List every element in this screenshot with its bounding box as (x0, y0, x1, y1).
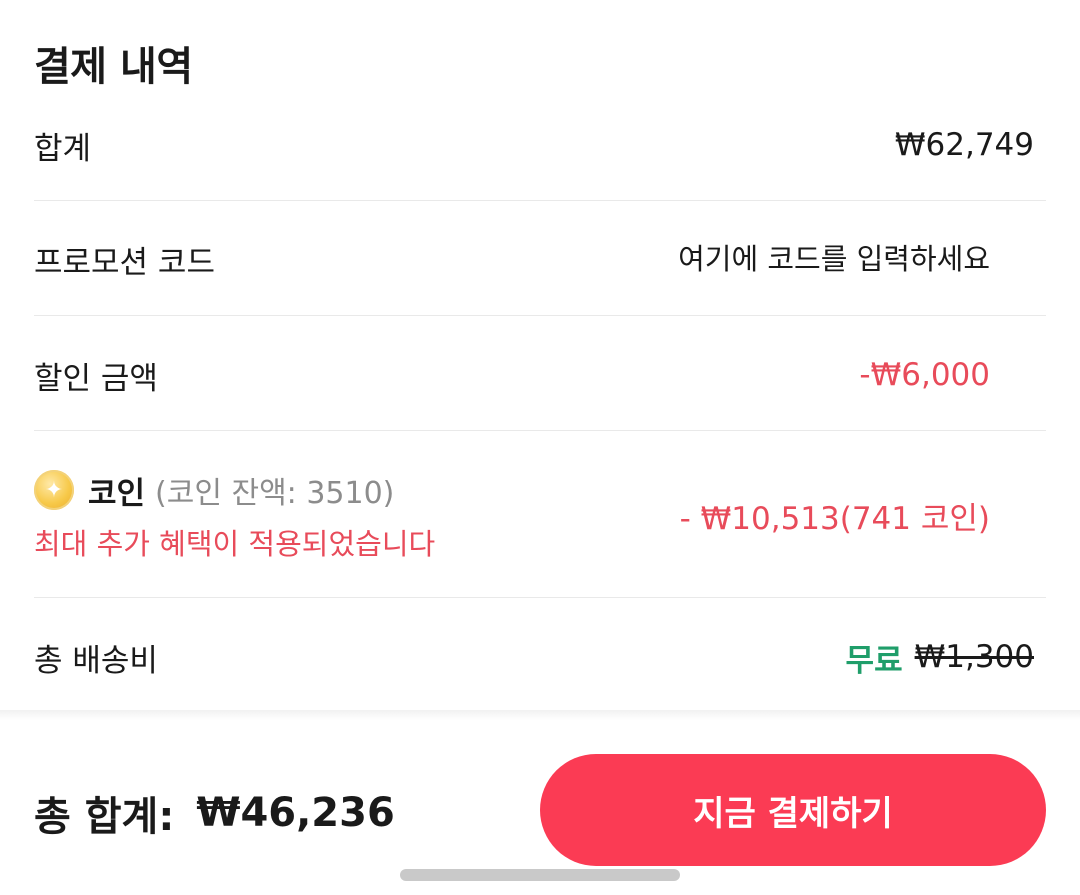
discount-label: 할인 금액 (34, 360, 158, 397)
original-shipping-price: ₩1,300 (914, 639, 1034, 675)
grand-total-label: 총 합계: (34, 794, 175, 840)
coin-benefit-note: 최대 추가 혜택이 적용되었습니다 (34, 526, 436, 561)
discount-row: 할인 금액 -₩6,000 (34, 348, 1046, 402)
divider (34, 430, 1046, 431)
free-shipping-label: 무료 (845, 642, 903, 679)
promo-code-label: 프로모션 코드 (34, 244, 215, 281)
divider (34, 597, 1046, 598)
payment-details-page: 결제 내역 합계 ₩62,749 프로모션 코드 할인 금액 -₩6,000 ✦… (0, 0, 1080, 895)
discount-value: -₩6,000 (859, 357, 990, 393)
shipping-values: 무료 ₩1,300 (846, 635, 1034, 680)
subtotal-row: 합계 ₩62,749 (34, 118, 1046, 172)
grand-total: 총 합계: ₩46,236 (34, 784, 395, 842)
shipping-label: 총 배송비 (34, 642, 158, 679)
coin-icon: ✦ (34, 470, 74, 510)
coin-discount-value: - ₩10,513(741 코인) (679, 500, 990, 537)
coin-label: 코인 (88, 475, 146, 512)
coin-line: ✦ 코인 (코인 잔액: 3510) (34, 468, 435, 513)
promo-code-row: 프로모션 코드 (34, 232, 1046, 286)
subtotal-value: ₩62,749 (894, 127, 1034, 163)
grand-total-value: ₩46,236 (196, 790, 395, 836)
promo-code-input[interactable] (570, 242, 990, 276)
section-title: 결제 내역 (34, 44, 193, 90)
home-indicator (400, 869, 680, 881)
coin-balance: (코인 잔액: 3510) (155, 476, 395, 511)
coin-info: ✦ 코인 (코인 잔액: 3510) 최대 추가 혜택이 적용되었습니다 (34, 468, 435, 563)
pay-now-button[interactable]: 지금 결제하기 (540, 754, 1046, 866)
divider (34, 315, 1046, 316)
shipping-row: 총 배송비 무료 ₩1,300 (34, 630, 1046, 684)
footer-separator (0, 710, 1080, 720)
divider (34, 200, 1046, 201)
coin-row: ✦ 코인 (코인 잔액: 3510) 최대 추가 혜택이 적용되었습니다 - ₩… (34, 460, 1046, 570)
subtotal-label: 합계 (34, 130, 92, 167)
